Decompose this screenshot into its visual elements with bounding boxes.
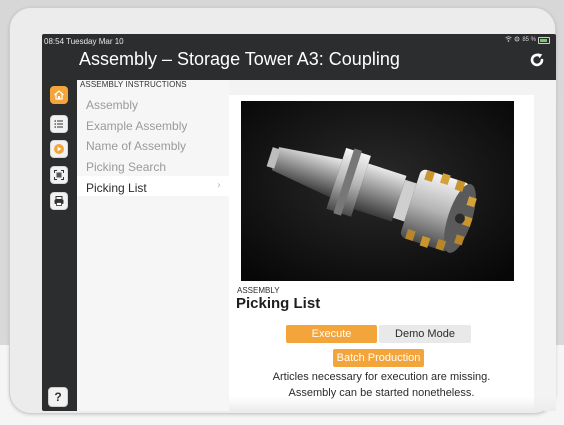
execute-button[interactable]: Execute xyxy=(286,325,377,343)
play-button[interactable] xyxy=(50,140,68,158)
batch-production-button[interactable]: Batch Production xyxy=(333,349,424,367)
nav-item-picking-search[interactable]: Picking Search xyxy=(86,160,166,174)
assembly-nav-panel: ASSEMBLY INSTRUCTIONS Assembly Example A… xyxy=(77,80,257,411)
help-button[interactable]: ? xyxy=(48,387,68,407)
nav-item-name-of-assembly[interactable]: Name of Assembly xyxy=(86,139,186,153)
left-rail: ? xyxy=(42,80,77,411)
product-image xyxy=(241,101,514,281)
settings-icon xyxy=(514,36,520,44)
assembly-card: ASSEMBLY Picking List Execute Demo Mode … xyxy=(229,95,534,411)
printer-icon xyxy=(54,196,64,206)
chevron-right-icon: › xyxy=(217,180,221,191)
battery-percent: 85 % xyxy=(522,37,536,43)
battery-icon xyxy=(538,36,550,44)
main-content: ASSEMBLY Picking List Execute Demo Mode … xyxy=(229,80,556,411)
nav-heading: ASSEMBLY INSTRUCTIONS xyxy=(80,80,187,89)
app-screen: 08:54 Tuesday Mar 10 85 % Assembly – Sto… xyxy=(42,34,556,411)
status-indicators: 85 % xyxy=(505,36,550,44)
nav-item-assembly[interactable]: Assembly xyxy=(86,98,138,112)
bottom-fade xyxy=(229,397,556,411)
status-time: 08:54 Tuesday Mar 10 xyxy=(44,37,124,46)
refresh-icon xyxy=(530,53,544,67)
list-button[interactable] xyxy=(50,115,68,133)
page-title: Assembly – Storage Tower A3: Coupling xyxy=(79,49,400,69)
app-header: 08:54 Tuesday Mar 10 85 % Assembly – Sto… xyxy=(42,34,556,80)
card-heading: Picking List xyxy=(236,295,321,312)
home-button[interactable] xyxy=(50,86,68,104)
demo-mode-button[interactable]: Demo Mode xyxy=(379,325,471,343)
nav-item-example-assembly[interactable]: Example Assembly xyxy=(86,119,187,133)
refresh-button[interactable] xyxy=(528,51,546,69)
printer-button[interactable] xyxy=(50,192,68,210)
warning-message-line1: Articles necessary for execution are mis… xyxy=(272,371,491,383)
list-icon xyxy=(54,120,63,128)
tablet-frame: 08:54 Tuesday Mar 10 85 % Assembly – Sto… xyxy=(9,7,556,414)
tool-holder-illustration xyxy=(241,101,514,281)
scan-button[interactable] xyxy=(50,166,68,184)
wifi-icon xyxy=(505,36,513,44)
play-icon xyxy=(54,144,64,154)
help-icon: ? xyxy=(54,390,62,404)
section-eyebrow: ASSEMBLY xyxy=(237,286,280,295)
home-icon xyxy=(54,90,64,100)
scan-icon xyxy=(54,170,64,180)
nav-item-picking-list[interactable]: Picking List xyxy=(86,181,147,195)
